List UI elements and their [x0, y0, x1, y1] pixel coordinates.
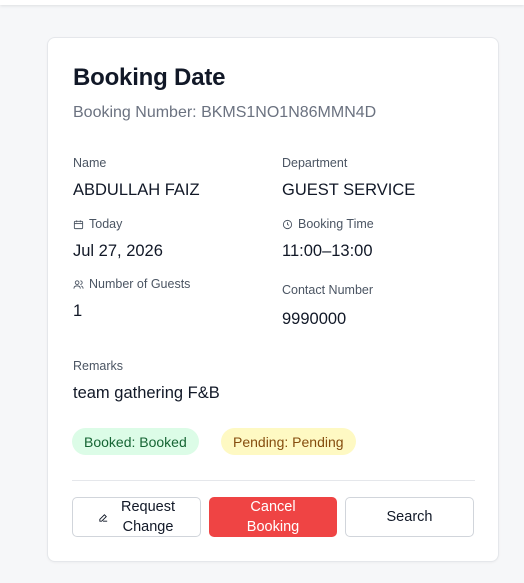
status-badge-pending: Pending: Pending	[221, 428, 356, 455]
contact-label: Contact Number	[282, 283, 374, 297]
cancel-booking-button[interactable]: Cancel Booking	[209, 497, 337, 537]
time-value: 11:00–13:00	[282, 242, 373, 260]
contact-value: 9990000	[282, 310, 347, 328]
name-label: Name	[73, 156, 107, 170]
request-change-label-2: Change	[122, 519, 174, 535]
department-field: Department GUEST SERVICE	[282, 155, 415, 200]
name-value: ABDULLAH FAIZ	[73, 181, 200, 199]
cancel-booking-label-2: Booking	[246, 519, 300, 535]
date-value: Jul 27, 2026	[73, 242, 163, 260]
date-field: Today Jul 27, 2026	[73, 216, 163, 261]
guests-label: Number of Guests	[89, 277, 191, 291]
remarks-value: team gathering F&B	[73, 384, 220, 402]
top-bar	[0, 0, 524, 5]
divider	[72, 480, 475, 481]
department-value: GUEST SERVICE	[282, 181, 416, 199]
calendar-icon	[73, 219, 84, 229]
booking-card: Booking Date Booking Number: BKMS1NO1N86…	[47, 37, 499, 562]
cancel-booking-label-1: Cancel	[250, 499, 296, 515]
contact-field: Contact Number 9990000	[282, 282, 373, 329]
remarks-field: Remarks team gathering F&B	[73, 358, 220, 403]
time-field: Booking Time 11:00–13:00	[282, 216, 374, 261]
request-change-button[interactable]: Request Change	[72, 497, 201, 537]
department-label: Department	[282, 156, 348, 170]
search-button[interactable]: Search	[345, 497, 474, 537]
status-badge-booked: Booked: Booked	[72, 428, 199, 455]
time-label: Booking Time	[298, 217, 374, 231]
clock-icon	[282, 219, 293, 229]
guests-value: 1	[73, 302, 83, 320]
guests-field: Number of Guests 1	[73, 276, 190, 321]
edit-icon	[99, 513, 108, 522]
booking-number: Booking Number: BKMS1NO1N86MMN4D	[73, 104, 377, 121]
request-change-label-1: Request	[120, 499, 175, 515]
name-field: Name ABDULLAH FAIZ	[73, 155, 200, 200]
date-label: Today	[89, 217, 123, 231]
users-icon	[73, 279, 84, 289]
card-title: Booking Date	[73, 64, 226, 91]
remarks-label: Remarks	[73, 359, 124, 373]
